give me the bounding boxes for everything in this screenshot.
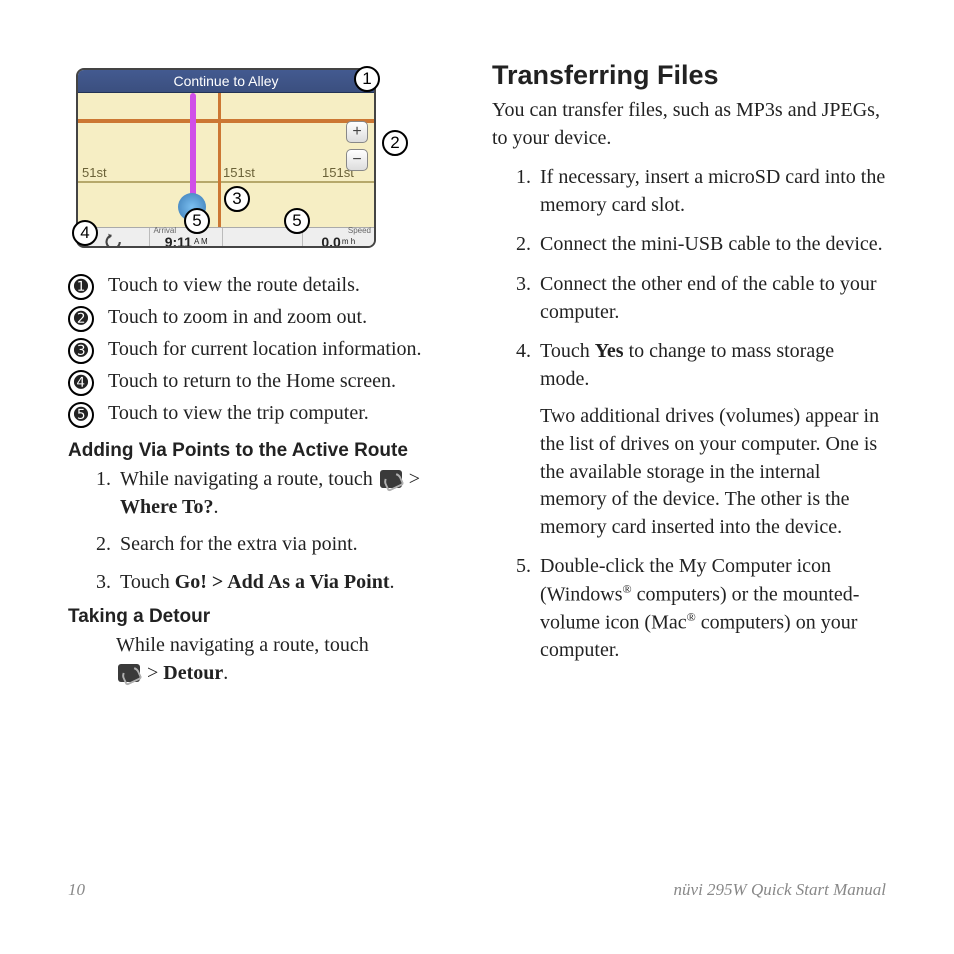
home-icon [380,470,402,488]
step4-note: Two additional drives (volumes) appear i… [540,403,886,541]
arrival-cell: Arrival 9:11 A M [150,228,222,248]
callout-legend: ➊Touch to view the route details. ➋Touch… [68,272,456,428]
callout-3: 3 [224,186,250,212]
section-title: Transferring Files [492,60,886,91]
intro-text: You can transfer files, such as MP3s and… [492,97,886,152]
subheading-via-points: Adding Via Points to the Active Route [68,440,456,462]
list-item: Double-click the My Computer icon (Windo… [536,553,886,665]
map-instruction-bar: Continue to Alley [78,70,374,93]
list-item: While navigating a route, touch > Where … [116,466,456,521]
list-item: Search for the extra via point. [116,531,456,559]
list-item: Touch Yes to change to mass storage mode… [536,338,886,541]
home-icon [118,664,140,682]
map-screenshot: Continue to Alley 51st 151st 151st + − A… [76,68,376,248]
via-points-steps: While navigating a route, touch > Where … [68,466,456,596]
speed-cell: Speed 0.0 m h [303,228,374,248]
list-item: Connect the mini-USB cable to the device… [536,231,886,259]
zoom-in-icon: + [346,121,368,143]
legend-item: ➋Touch to zoom in and zoom out. [68,304,456,332]
map-footer: Arrival 9:11 A M Speed 0.0 m h [78,227,374,248]
zoom-out-icon: − [346,149,368,171]
list-item: Touch Go! > Add As a Via Point. [116,569,456,597]
street-label: 51st [82,165,107,180]
list-item: Connect the other end of the cable to yo… [536,271,886,326]
page-columns: Continue to Alley 51st 151st 151st + − A… [68,60,886,870]
callout-5: 5 [284,208,310,234]
page-number: 10 [68,880,85,900]
callout-2: 2 [382,130,408,156]
callout-5: 5 [184,208,210,234]
legend-item: ➍Touch to return to the Home screen. [68,368,456,396]
legend-item: ➎Touch to view the trip computer. [68,400,456,428]
detour-body: While navigating a route, touch > Detour… [116,632,456,687]
transfer-steps: If necessary, insert a microSD card into… [492,164,886,665]
callout-4: 4 [72,220,98,246]
map-screenshot-wrap: Continue to Alley 51st 151st 151st + − A… [76,68,414,258]
callout-1: 1 [354,66,380,92]
page-footer: 10 nüvi 295W Quick Start Manual [68,880,886,900]
left-column: Continue to Alley 51st 151st 151st + − A… [68,60,456,870]
list-item: If necessary, insert a microSD card into… [536,164,886,219]
right-column: Transferring Files You can transfer file… [492,60,886,870]
legend-item: ➌Touch for current location information. [68,336,456,364]
legend-item: ➊Touch to view the route details. [68,272,456,300]
manual-title: nüvi 295W Quick Start Manual [674,880,886,900]
street-label: 151st [223,165,255,180]
subheading-detour: Taking a Detour [68,606,456,628]
